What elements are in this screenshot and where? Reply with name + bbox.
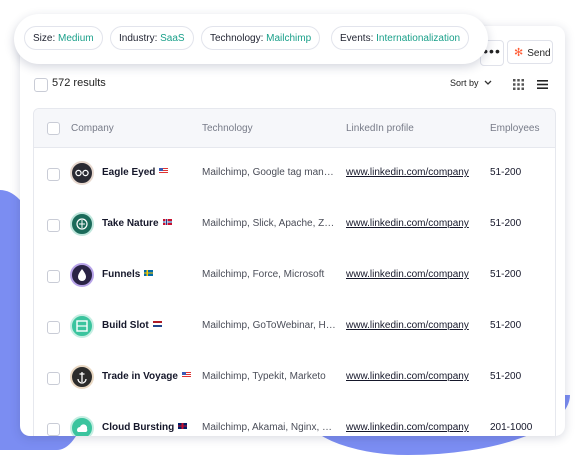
table-row[interactable]: Trade in Voyage Mailchimp, Typekit, Mark… — [34, 352, 555, 404]
company-name[interactable]: Build Slot — [102, 320, 162, 331]
hubspot-icon: ✻ — [514, 47, 524, 59]
linkedin-link[interactable]: www.linkedin.com/company — [346, 167, 479, 178]
table-row[interactable]: Cloud Bursting Mailchimp, Akamai, Nginx,… — [34, 403, 555, 436]
linkedin-link[interactable]: www.linkedin.com/company — [346, 422, 479, 433]
filter-pill-bar: Size: Medium Industry: SaaS Technology: … — [14, 14, 488, 64]
filter-key: Events: — [340, 33, 374, 44]
sort-dropdown[interactable]: Sort by — [450, 78, 492, 88]
table-row[interactable]: Funnels Mailchimp, Force, Microsoft www.… — [34, 250, 555, 302]
technology-cell: Mailchimp, Typekit, Marketo — [202, 371, 326, 382]
row-checkbox[interactable] — [47, 219, 60, 232]
eyes-logo-icon — [70, 161, 94, 185]
companies-table: Company Technology LinkedIn profile Empl… — [33, 108, 556, 436]
filter-value: Internationalization — [376, 33, 461, 44]
row-checkbox[interactable] — [47, 168, 60, 181]
nature-logo-icon — [70, 212, 94, 236]
company-name[interactable]: Funnels — [102, 269, 154, 280]
table-row[interactable]: Eagle Eyed Mailchimp, Google tag manager… — [34, 148, 555, 200]
company-name-text: Funnels — [102, 269, 141, 280]
anchor-logo-icon — [70, 365, 94, 389]
company-name-text: Build Slot — [102, 320, 149, 331]
sort-label: Sort by — [450, 78, 479, 88]
technology-cell: Mailchimp, Force, Microsoft — [202, 269, 325, 280]
drop-logo-icon — [70, 263, 94, 287]
column-header-linkedin[interactable]: LinkedIn profile — [346, 123, 414, 134]
filter-value: Medium — [58, 33, 94, 44]
list-view-icon[interactable] — [537, 79, 548, 90]
technology-cell: Mailchimp, Slick, Apache, Zendesk — [202, 218, 336, 229]
cloud-logo-icon — [70, 416, 94, 436]
employees-cell: 51-200 — [490, 167, 522, 178]
filter-key: Size: — [33, 33, 56, 44]
company-name-text: Trade in Voyage — [102, 371, 178, 382]
linkedin-link[interactable]: www.linkedin.com/company — [346, 371, 479, 382]
us-flag-icon — [181, 372, 191, 378]
company-name[interactable]: Eagle Eyed — [102, 167, 169, 178]
technology-cell: Mailchimp, GoToWebinar, Hubspot — [202, 320, 336, 331]
column-header-technology[interactable]: Technology — [202, 123, 253, 134]
company-name-text: Cloud Bursting — [102, 422, 175, 433]
technology-cell: Mailchimp, Akamai, Nginx, Hotjar — [202, 422, 336, 433]
filter-pill-industry[interactable]: Industry: SaaS — [110, 26, 194, 50]
employees-cell: 51-200 — [490, 320, 522, 331]
us-flag-icon — [159, 168, 169, 174]
company-name[interactable]: Take Nature — [102, 218, 172, 229]
row-checkbox[interactable] — [47, 270, 60, 283]
norway-flag-icon — [162, 219, 172, 225]
table-header: Company Technology LinkedIn profile Empl… — [34, 109, 555, 148]
row-checkbox[interactable] — [47, 321, 60, 334]
company-name[interactable]: Cloud Bursting — [102, 422, 188, 433]
filter-key: Industry: — [119, 33, 158, 44]
uk-flag-icon — [178, 423, 188, 429]
filter-value: SaaS — [160, 33, 185, 44]
header-checkbox[interactable] — [47, 122, 60, 135]
results-count: 572 results — [52, 77, 106, 89]
slot-logo-icon — [70, 314, 94, 338]
filter-pill-technology[interactable]: Technology: Mailchimp — [201, 26, 321, 50]
filter-pill-size[interactable]: Size: Medium — [24, 26, 103, 50]
employees-cell: 51-200 — [490, 269, 522, 280]
table-row[interactable]: Build Slot Mailchimp, GoToWebinar, Hubsp… — [34, 301, 555, 353]
select-all-checkbox[interactable] — [34, 78, 48, 92]
employees-cell: 201-1000 — [490, 422, 533, 433]
linkedin-link[interactable]: www.linkedin.com/company — [346, 218, 479, 229]
sweden-flag-icon — [144, 270, 154, 276]
employees-cell: 51-200 — [490, 218, 522, 229]
linkedin-link[interactable]: www.linkedin.com/company — [346, 269, 479, 280]
column-header-company[interactable]: Company — [71, 123, 114, 134]
results-card: ••• ✻ Send 572 results Sort by Company Te… — [20, 26, 565, 436]
filter-value: Mailchimp — [266, 33, 312, 44]
filter-key: Technology: — [210, 33, 264, 44]
send-button[interactable]: ✻ Send — [507, 40, 553, 64]
employees-cell: 51-200 — [490, 371, 522, 382]
company-name[interactable]: Trade in Voyage — [102, 371, 191, 382]
company-name-text: Eagle Eyed — [102, 167, 156, 178]
row-checkbox[interactable] — [47, 372, 60, 385]
technology-cell: Mailchimp, Google tag manager — [202, 167, 336, 178]
send-label: Send — [527, 48, 551, 59]
filter-pill-events[interactable]: Events: Internationalization — [331, 26, 470, 50]
linkedin-link[interactable]: www.linkedin.com/company — [346, 320, 479, 331]
netherlands-flag-icon — [152, 321, 162, 327]
row-checkbox[interactable] — [47, 423, 60, 436]
table-row[interactable]: Take Nature Mailchimp, Slick, Apache, Ze… — [34, 199, 555, 251]
company-name-text: Take Nature — [102, 218, 159, 229]
results-bar: 572 results Sort by — [20, 72, 565, 98]
grid-view-icon[interactable] — [513, 79, 524, 90]
chevron-down-icon — [484, 80, 492, 85]
column-header-employees[interactable]: Employees — [490, 123, 539, 134]
